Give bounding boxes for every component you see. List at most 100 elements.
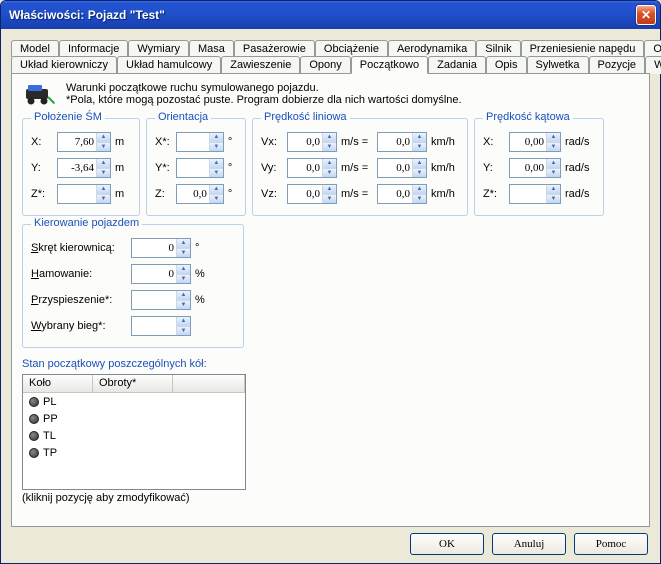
spinner[interactable]: ▲ ▼	[57, 158, 111, 178]
spinner-input[interactable]	[378, 133, 412, 151]
spin-down-icon[interactable]: ▼	[413, 195, 426, 204]
table-header[interactable]: Koło	[23, 375, 93, 393]
spinner-input[interactable]	[177, 159, 209, 177]
spin-up-icon[interactable]: ▲	[413, 159, 426, 169]
spin-up-icon[interactable]: ▲	[177, 265, 190, 275]
spin-up-icon[interactable]: ▲	[323, 185, 336, 195]
spin-up-icon[interactable]: ▲	[413, 133, 426, 143]
spinner-input[interactable]	[132, 265, 176, 283]
table-row[interactable]: TL	[23, 427, 245, 444]
tab-aerodynamika[interactable]: Aerodynamika	[388, 40, 476, 57]
spin-up-icon[interactable]: ▲	[547, 133, 560, 143]
spin-down-icon[interactable]: ▼	[413, 169, 426, 178]
ok-button[interactable]: OK	[410, 533, 484, 555]
tab-osiągi[interactable]: Osiągi	[644, 40, 661, 57]
spinner-input[interactable]	[58, 185, 96, 203]
spin-down-icon[interactable]: ▼	[323, 195, 336, 204]
spin-up-icon[interactable]: ▲	[97, 159, 110, 169]
spin-up-icon[interactable]: ▲	[547, 159, 560, 169]
table-row[interactable]: PL	[23, 393, 245, 410]
tab-pozycje[interactable]: Pozycje	[589, 56, 646, 74]
spinner[interactable]: ▲ ▼	[377, 132, 427, 152]
tab-początkowo[interactable]: Początkowo	[351, 56, 428, 74]
table-header[interactable]: Obroty*	[93, 375, 173, 393]
spinner-input[interactable]	[177, 185, 209, 203]
spinner[interactable]: ▲ ▼	[131, 238, 191, 258]
spinner[interactable]: ▲ ▼	[131, 316, 191, 336]
tab-silnik[interactable]: Silnik	[476, 40, 520, 57]
spinner-input[interactable]	[288, 185, 322, 203]
spin-down-icon[interactable]: ▼	[210, 195, 223, 204]
spinner[interactable]: ▲ ▼	[176, 184, 224, 204]
spinner-input[interactable]	[132, 317, 176, 335]
spin-up-icon[interactable]: ▲	[547, 185, 560, 195]
spin-down-icon[interactable]: ▼	[177, 249, 190, 258]
spin-down-icon[interactable]: ▼	[323, 169, 336, 178]
tab-układ-kierowniczy[interactable]: Układ kierowniczy	[11, 56, 117, 74]
spin-up-icon[interactable]: ▲	[323, 159, 336, 169]
spin-down-icon[interactable]: ▼	[177, 275, 190, 284]
spinner[interactable]: ▲ ▼	[287, 158, 337, 178]
spinner-input[interactable]	[132, 291, 176, 309]
spin-up-icon[interactable]: ▲	[210, 133, 223, 143]
spinner-input[interactable]	[177, 133, 209, 151]
spin-down-icon[interactable]: ▼	[323, 143, 336, 152]
help-button[interactable]: Pomoc	[574, 533, 648, 555]
cancel-button[interactable]: Anuluj	[492, 533, 566, 555]
spin-down-icon[interactable]: ▼	[97, 169, 110, 178]
spinner[interactable]: ▲ ▼	[509, 132, 561, 152]
spin-down-icon[interactable]: ▼	[210, 143, 223, 152]
spinner[interactable]: ▲ ▼	[509, 158, 561, 178]
spinner[interactable]: ▲ ▼	[131, 290, 191, 310]
close-icon[interactable]: ✕	[636, 5, 656, 25]
tab-opony[interactable]: Opony	[300, 56, 350, 74]
tab-masa[interactable]: Masa	[189, 40, 234, 57]
tab-wygląd[interactable]: Wygląd	[645, 56, 661, 74]
spin-up-icon[interactable]: ▲	[323, 133, 336, 143]
spinner[interactable]: ▲ ▼	[57, 184, 111, 204]
spinner[interactable]: ▲ ▼	[287, 132, 337, 152]
spinner[interactable]: ▲ ▼	[509, 184, 561, 204]
spinner-input[interactable]	[378, 185, 412, 203]
spin-up-icon[interactable]: ▲	[177, 291, 190, 301]
spinner-input[interactable]	[58, 133, 96, 151]
spin-down-icon[interactable]: ▼	[177, 301, 190, 310]
spinner[interactable]: ▲ ▼	[57, 132, 111, 152]
tab-wymiary[interactable]: Wymiary	[128, 40, 189, 57]
spin-down-icon[interactable]: ▼	[177, 327, 190, 336]
spin-down-icon[interactable]: ▼	[97, 143, 110, 152]
table-row[interactable]: PP	[23, 410, 245, 427]
spin-up-icon[interactable]: ▲	[210, 159, 223, 169]
tab-zadania[interactable]: Zadania	[428, 56, 486, 74]
spinner[interactable]: ▲ ▼	[176, 132, 224, 152]
tab-obciążenie[interactable]: Obciążenie	[315, 40, 388, 57]
spin-up-icon[interactable]: ▲	[177, 317, 190, 327]
spinner-input[interactable]	[510, 133, 546, 151]
spinner[interactable]: ▲ ▼	[377, 158, 427, 178]
spin-up-icon[interactable]: ▲	[413, 185, 426, 195]
tab-pasażerowie[interactable]: Pasażerowie	[234, 40, 315, 57]
spinner-input[interactable]	[58, 159, 96, 177]
table-row[interactable]: TP	[23, 444, 245, 461]
spin-down-icon[interactable]: ▼	[547, 195, 560, 204]
tab-przeniesienie-napędu[interactable]: Przeniesienie napędu	[521, 40, 645, 57]
tab-model[interactable]: Model	[11, 40, 59, 57]
tab-zawieszenie[interactable]: Zawieszenie	[221, 56, 300, 74]
spin-up-icon[interactable]: ▲	[177, 239, 190, 249]
spin-up-icon[interactable]: ▲	[97, 185, 110, 195]
spin-up-icon[interactable]: ▲	[210, 185, 223, 195]
spin-down-icon[interactable]: ▼	[210, 169, 223, 178]
spinner-input[interactable]	[132, 239, 176, 257]
spinner[interactable]: ▲ ▼	[287, 184, 337, 204]
tab-układ-hamulcowy[interactable]: Układ hamulcowy	[117, 56, 221, 74]
spinner-input[interactable]	[288, 133, 322, 151]
spin-down-icon[interactable]: ▼	[413, 143, 426, 152]
spin-down-icon[interactable]: ▼	[97, 195, 110, 204]
tab-informacje[interactable]: Informacje	[59, 40, 128, 57]
spinner[interactable]: ▲ ▼	[176, 158, 224, 178]
spin-up-icon[interactable]: ▲	[97, 133, 110, 143]
spinner-input[interactable]	[378, 159, 412, 177]
wheel-table[interactable]: KołoObroty* PL PP TL	[22, 374, 246, 490]
spin-down-icon[interactable]: ▼	[547, 143, 560, 152]
spinner[interactable]: ▲ ▼	[131, 264, 191, 284]
